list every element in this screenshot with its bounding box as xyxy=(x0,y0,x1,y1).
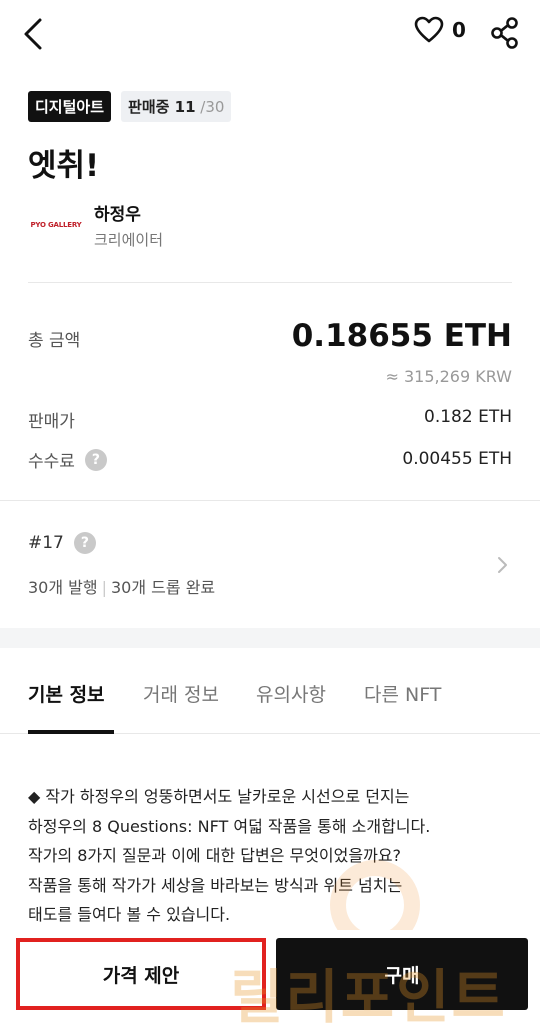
total-price-label: 총 금액 xyxy=(28,331,81,351)
tab-trade-info[interactable]: 거래 정보 xyxy=(143,680,219,707)
separator: | xyxy=(101,578,107,597)
like-count: 0 xyxy=(452,18,466,42)
creator-info: 하정우 크리에이터 xyxy=(94,200,163,250)
fee-label: 수수료 xyxy=(28,452,75,472)
description-line: 하정우의 8 Questions: NFT 여덟 작품을 통해 소개합니다. xyxy=(28,816,431,836)
sale-price-label: 판매가 xyxy=(28,412,75,432)
creator-name: 하정우 xyxy=(94,205,141,225)
description-line: 작가의 8가지 질문과 이에 대한 답변은 무엇이었을까요? xyxy=(28,846,402,865)
category-badge: 디지털아트 xyxy=(28,91,112,122)
tab-notice[interactable]: 유의사항 xyxy=(256,680,326,707)
divider xyxy=(28,282,512,283)
description: ◆ 작가 하정우의 엉뚱하면서도 날카로운 시선으로 던지는 하정우의 8 Qu… xyxy=(28,782,518,930)
description-line: 태도를 들여다 볼 수 있습니다. xyxy=(28,905,231,924)
krw-price-value: ≈ 315,269 KRW xyxy=(385,367,512,386)
issued-count: 30개 발행 xyxy=(28,578,98,597)
item-title: 엣취! xyxy=(28,148,100,184)
creator-profile[interactable]: PYO GALLERY 하정우 크리에이터 xyxy=(28,200,163,250)
badges: 디지털아트 판매중 11 /30 xyxy=(28,91,232,122)
gallery-logo: PYO GALLERY xyxy=(30,221,82,229)
fee-row-label: 수수료 ? xyxy=(28,447,107,472)
share-icon xyxy=(491,17,518,49)
edition-row: #17 ? xyxy=(28,532,96,554)
price-offer-button[interactable]: 가격 제안 xyxy=(16,938,266,1010)
section-separator xyxy=(0,628,540,648)
sale-count: 판매중 11 xyxy=(128,98,196,116)
sale-price-value: 0.182 ETH xyxy=(424,407,512,427)
sale-status-badge: 판매중 11 /30 xyxy=(121,91,232,122)
back-button[interactable] xyxy=(20,16,48,52)
sale-total: /30 xyxy=(195,98,225,116)
tab-bar: 기본 정보 거래 정보 유의사항 다른 NFT xyxy=(0,648,540,734)
chevron-right-icon xyxy=(498,557,507,573)
chevron-left-icon xyxy=(24,18,42,50)
buy-button[interactable]: 구매 xyxy=(276,938,528,1010)
description-line: ◆ 작가 하정우의 엉뚱하면서도 날카로운 시선으로 던지는 xyxy=(28,787,410,806)
help-icon[interactable]: ? xyxy=(73,532,96,554)
bottom-action-bar: 가격 제안 구매 xyxy=(0,930,540,1035)
dropped-count: 30개 드롭 완료 xyxy=(111,578,216,597)
total-price-value: 0.18655 ETH xyxy=(291,318,512,354)
description-line: 작품을 통해 작가가 세상을 바라보는 방식과 위트 넘치는 xyxy=(28,875,403,895)
edition-info: 30개 발행 | 30개 드롭 완료 xyxy=(28,574,215,598)
edition-detail-button[interactable] xyxy=(496,555,508,579)
active-tab-indicator xyxy=(28,730,114,734)
heart-icon xyxy=(414,16,444,43)
creator-role: 크리에이터 xyxy=(94,231,164,249)
divider xyxy=(0,500,540,501)
share-button[interactable] xyxy=(490,17,520,53)
edition-number: #17 xyxy=(28,533,64,553)
help-icon[interactable]: ? xyxy=(84,448,107,471)
like-button[interactable]: 0 xyxy=(414,16,466,44)
top-bar: 0 xyxy=(0,0,540,70)
tab-other-nft[interactable]: 다른 NFT xyxy=(364,680,441,707)
fee-value: 0.00455 ETH xyxy=(402,449,512,469)
tab-basic-info[interactable]: 기본 정보 xyxy=(28,680,105,707)
